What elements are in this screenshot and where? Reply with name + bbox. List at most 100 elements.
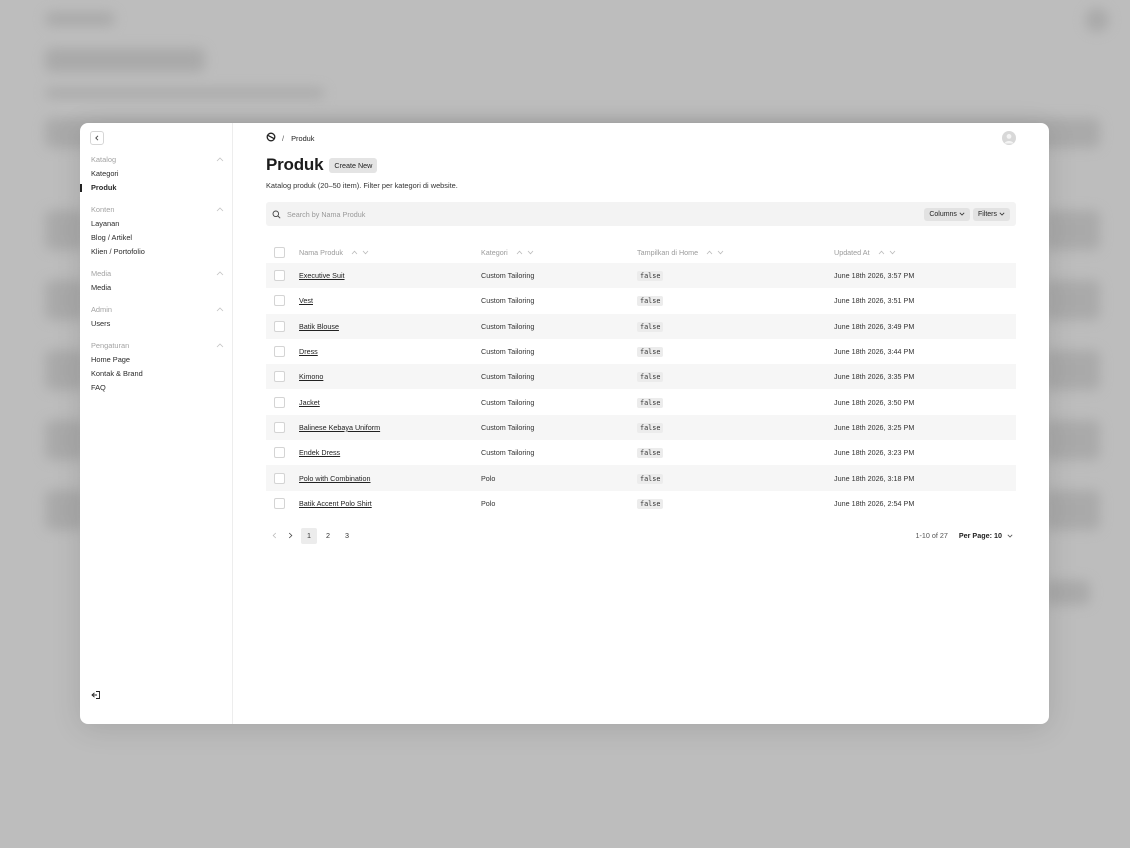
product-name-link[interactable]: Polo with Combination (299, 474, 371, 483)
table-row: Vest Custom Tailoring false June 18th 20… (266, 288, 1016, 313)
updated-at: June 18th 2026, 3:18 PM (834, 473, 915, 483)
row-checkbox[interactable] (274, 371, 285, 383)
sidebar-group-toggle[interactable]: Katalog (91, 153, 224, 165)
product-name-link[interactable]: Vest (299, 296, 313, 305)
user-avatar[interactable] (1002, 131, 1016, 145)
row-checkbox[interactable] (274, 270, 285, 282)
chevron-up-icon (216, 270, 224, 275)
sidebar-group-toggle[interactable]: Media (91, 267, 224, 279)
sidebar-item-layanan[interactable]: Layanan (91, 217, 222, 231)
sort-asc-icon[interactable] (516, 250, 523, 255)
home-flag: false (637, 498, 664, 509)
updated-at: June 18th 2026, 3:25 PM (834, 422, 915, 432)
next-page-button[interactable] (282, 532, 298, 539)
sidebar-item-klien[interactable]: Klien / Portofolio (91, 245, 222, 259)
product-category: Custom Tailoring (481, 271, 535, 281)
product-category: Polo (481, 473, 496, 483)
breadcrumb-separator: / (282, 133, 285, 143)
product-category: Custom Tailoring (481, 321, 535, 331)
sidebar-group-pengaturan: Pengaturan Home Page Kontak & Brand FAQ (91, 339, 224, 395)
search-bar: Columns Filters (266, 202, 1016, 226)
page-button-2[interactable]: 2 (320, 528, 336, 544)
create-new-button[interactable]: Create New (329, 157, 378, 173)
row-checkbox[interactable] (274, 447, 285, 459)
sidebar-item-home-page[interactable]: Home Page (91, 353, 222, 367)
sidebar-item-users[interactable]: Users (91, 317, 222, 331)
sidebar-group-toggle[interactable]: Admin (91, 303, 224, 315)
home-logo-link[interactable] (266, 132, 276, 144)
chevron-up-icon (216, 156, 224, 161)
chevron-right-icon (288, 533, 292, 539)
sort-asc-icon[interactable] (878, 250, 885, 255)
chevron-down-icon (959, 212, 965, 216)
product-category: Custom Tailoring (481, 347, 535, 357)
product-name-link[interactable]: Batik Blouse (299, 322, 339, 331)
row-checkbox[interactable] (274, 472, 285, 484)
sidebar-group-katalog: Katalog Kategori Produk (80, 153, 224, 195)
sidebar-group-toggle[interactable]: Pengaturan (91, 339, 224, 351)
updated-at: June 18th 2026, 2:54 PM (834, 498, 915, 508)
sort-desc-icon[interactable] (362, 250, 369, 255)
sidebar-group-media: Media Media (91, 267, 224, 295)
table-row: Balinese Kebaya Uniform Custom Tailoring… (266, 414, 1016, 441)
page-button-3[interactable]: 3 (339, 528, 355, 544)
row-checkbox[interactable] (274, 346, 285, 358)
per-page-select[interactable]: Per Page: 10 (959, 531, 1013, 540)
chevron-up-icon (216, 306, 224, 311)
collapse-sidebar-button[interactable] (90, 131, 104, 145)
sidebar-item-kontak-brand[interactable]: Kontak & Brand (91, 367, 222, 381)
product-category: Custom Tailoring (481, 448, 535, 458)
sidebar-item-produk[interactable]: Produk (80, 181, 222, 195)
table-row: Polo with Combination Polo false June 18… (266, 465, 1016, 491)
main-content: / Produk Produk Create New Katalog produ… (233, 123, 1049, 724)
product-name-link[interactable]: Executive Suit (299, 271, 345, 280)
product-name-link[interactable]: Jacket (299, 398, 320, 407)
updated-at: June 18th 2026, 3:57 PM (834, 271, 915, 281)
home-flag: false (637, 397, 664, 408)
product-name-link[interactable]: Endek Dress (299, 448, 340, 457)
table-row: Jacket Custom Tailoring false June 18th … (266, 389, 1016, 414)
table-row: Kimono Custom Tailoring false June 18th … (266, 364, 1016, 390)
columns-button[interactable]: Columns (924, 207, 970, 221)
page-header: Produk Create New (266, 155, 1016, 175)
product-name-link[interactable]: Dress (299, 347, 318, 356)
sidebar: Katalog Kategori Produk Konten Layanan B… (80, 123, 233, 724)
row-checkbox[interactable] (274, 396, 285, 408)
sidebar-item-media[interactable]: Media (91, 281, 222, 295)
row-checkbox[interactable] (274, 497, 285, 509)
product-category: Custom Tailoring (481, 296, 535, 306)
product-category: Custom Tailoring (481, 422, 535, 432)
home-flag: false (637, 422, 664, 433)
sort-desc-icon[interactable] (527, 250, 534, 255)
pagination-info: 1-10 of 27 Per Page: 10 (915, 531, 1013, 540)
chevron-up-icon (216, 342, 224, 347)
sort-desc-icon[interactable] (717, 250, 724, 255)
sort-asc-icon[interactable] (351, 250, 358, 255)
sidebar-item-kategori[interactable]: Kategori (91, 167, 222, 181)
page-title: Produk (266, 155, 324, 174)
prev-page-button[interactable] (266, 532, 282, 539)
select-all-checkbox[interactable] (274, 246, 285, 258)
row-checkbox[interactable] (274, 421, 285, 433)
product-name-link[interactable]: Batik Accent Polo Shirt (299, 499, 372, 508)
sidebar-item-blog[interactable]: Blog / Artikel (91, 231, 222, 245)
logout-button[interactable] (91, 690, 101, 702)
page-description: Katalog produk (20–50 item). Filter per … (266, 181, 458, 190)
column-header-updated: Updated At (834, 241, 1016, 263)
page-button-1[interactable]: 1 (301, 527, 317, 544)
sidebar-item-faq[interactable]: FAQ (91, 381, 222, 395)
chevron-down-icon (999, 212, 1005, 216)
sidebar-group-toggle[interactable]: Konten (91, 203, 224, 215)
row-checkbox[interactable] (274, 320, 285, 332)
sort-asc-icon[interactable] (706, 250, 713, 255)
chevron-down-icon (1007, 534, 1013, 538)
table-header-row: Nama Produk Kategori Tampilkan di Home U… (266, 241, 1016, 263)
row-checkbox[interactable] (274, 295, 285, 307)
search-input[interactable] (287, 209, 922, 219)
breadcrumb-current: Produk (291, 133, 315, 143)
sort-desc-icon[interactable] (889, 250, 896, 255)
product-name-link[interactable]: Balinese Kebaya Uniform (299, 423, 380, 432)
filters-button[interactable]: Filters (972, 207, 1010, 221)
product-name-link[interactable]: Kimono (299, 372, 323, 381)
column-header-category: Kategori (481, 241, 637, 263)
